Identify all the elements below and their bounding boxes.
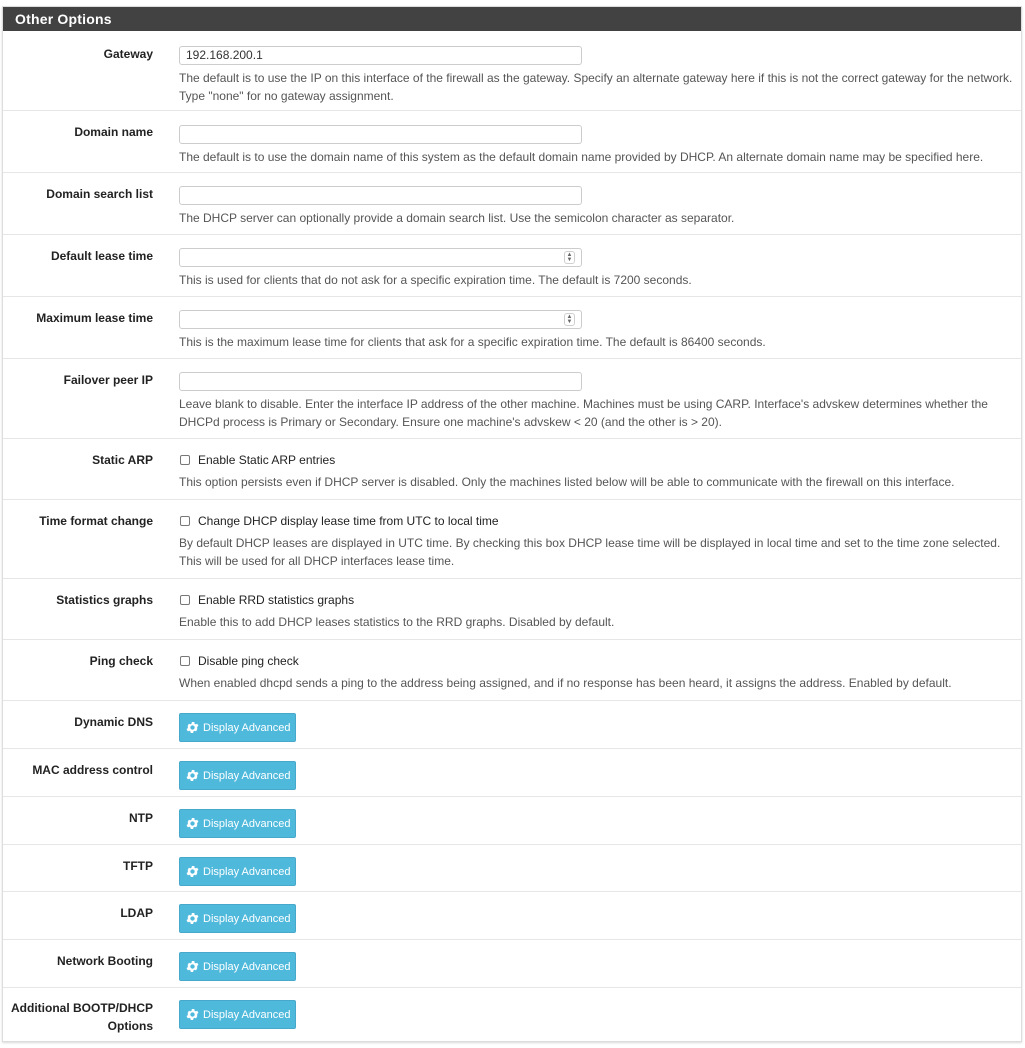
additional-bootp-label: Additional BOOTP/DHCP Options (11, 1001, 153, 1033)
time-format-help: By default DHCP leases are displayed in … (179, 536, 1001, 568)
gear-icon (186, 913, 199, 924)
ping-check-row: Ping check Disable ping check When enabl… (3, 640, 1021, 701)
default-lease-help: This is used for clients that do not ask… (179, 273, 692, 287)
domain-name-label: Domain name (74, 125, 153, 139)
time-format-row: Time format change Change DHCP display l… (3, 500, 1021, 579)
stats-graphs-row: Statistics graphs Enable RRD statistics … (3, 579, 1021, 640)
other-options-panel: Other Options Gateway 192.168.200.1 The … (2, 6, 1022, 1042)
display-advanced-label: Display Advanced (203, 960, 291, 973)
dynamic-dns-row: Dynamic DNS Display Advanced (3, 701, 1021, 749)
ldap-label: LDAP (120, 906, 153, 920)
ping-check-help: When enabled dhcpd sends a ping to the a… (179, 676, 952, 690)
static-arp-label: Static ARP (92, 453, 153, 467)
failover-row: Failover peer IP Leave blank to disable.… (3, 359, 1021, 439)
time-format-checkbox[interactable] (180, 516, 190, 526)
tftp-row: TFTP Display Advanced (3, 845, 1021, 892)
display-advanced-label: Display Advanced (203, 912, 291, 925)
time-format-option[interactable]: Change DHCP display lease time from UTC … (179, 512, 1017, 530)
additional-bootp-display-advanced-button[interactable]: Display Advanced (179, 1000, 297, 1029)
domain-search-label: Domain search list (46, 187, 153, 201)
ntp-row: NTP Display Advanced (3, 797, 1021, 845)
static-arp-row: Static ARP Enable Static ARP entries Thi… (3, 439, 1021, 500)
stats-graphs-checkbox[interactable] (180, 595, 190, 605)
max-lease-row: Maximum lease time ▲ ▼ This is the maximu… (3, 297, 1021, 359)
ldap-display-advanced-button[interactable]: Display Advanced (179, 904, 297, 933)
network-booting-row: Network Booting Display Advanced (3, 940, 1021, 988)
mac-address-control-row: MAC address control Display Advanced (3, 749, 1021, 797)
gear-icon (186, 818, 199, 829)
stats-graphs-option[interactable]: Enable RRD statistics graphs (179, 591, 1017, 609)
tftp-display-advanced-button[interactable]: Display Advanced (179, 857, 297, 886)
additional-bootp-row: Additional BOOTP/DHCP Options Display Ad… (3, 988, 1021, 1041)
stats-graphs-help: Enable this to add DHCP leases statistic… (179, 615, 615, 629)
dynamic-dns-display-advanced-button[interactable]: Display Advanced (179, 713, 297, 742)
domain-name-help: The default is to use the domain name of… (179, 150, 984, 164)
failover-label: Failover peer IP (63, 373, 153, 387)
gear-icon (186, 722, 199, 733)
domain-name-row: Domain name The default is to use the do… (3, 111, 1021, 173)
default-lease-input[interactable]: ▲ ▼ (179, 248, 582, 267)
mac-address-control-label: MAC address control (32, 763, 153, 777)
max-lease-help: This is the maximum lease time for clien… (179, 335, 766, 349)
tftp-label: TFTP (123, 859, 153, 873)
gear-icon (186, 1009, 199, 1020)
time-format-label: Time format change (39, 514, 153, 528)
max-lease-label: Maximum lease time (36, 311, 153, 325)
domain-search-input[interactable] (179, 186, 582, 205)
panel-title: Other Options (3, 7, 1021, 31)
display-advanced-label: Display Advanced (203, 1008, 291, 1021)
ntp-label: NTP (129, 811, 153, 825)
display-advanced-label: Display Advanced (203, 817, 291, 830)
gateway-help: The default is to use the IP on this int… (179, 71, 1013, 103)
ntp-display-advanced-button[interactable]: Display Advanced (179, 809, 297, 838)
network-booting-label: Network Booting (57, 954, 153, 968)
stats-graphs-checkbox-label: Enable RRD statistics graphs (198, 593, 355, 607)
failover-input[interactable] (179, 372, 582, 391)
gear-icon (186, 866, 199, 877)
display-advanced-label: Display Advanced (203, 721, 291, 734)
time-format-checkbox-label: Change DHCP display lease time from UTC … (198, 514, 499, 528)
static-arp-help: This option persists even if DHCP server… (179, 475, 955, 489)
static-arp-option[interactable]: Enable Static ARP entries (179, 451, 1017, 469)
gear-icon (186, 961, 199, 972)
gateway-input[interactable]: 192.168.200.1 (179, 46, 582, 65)
max-lease-input[interactable]: ▲ ▼ (179, 310, 582, 329)
ping-check-checkbox[interactable] (180, 656, 190, 666)
dynamic-dns-label: Dynamic DNS (74, 715, 153, 729)
failover-help: Leave blank to disable. Enter the interf… (179, 397, 988, 429)
number-spinner[interactable]: ▲ ▼ (564, 313, 575, 326)
network-booting-display-advanced-button[interactable]: Display Advanced (179, 952, 297, 981)
ping-check-checkbox-label: Disable ping check (198, 654, 299, 668)
number-spinner[interactable]: ▲ ▼ (564, 251, 575, 264)
domain-name-input[interactable] (179, 125, 582, 144)
gateway-label: Gateway (103, 47, 153, 61)
gateway-value: 192.168.200.1 (186, 48, 263, 62)
stats-graphs-label: Statistics graphs (56, 593, 153, 607)
display-advanced-label: Display Advanced (203, 769, 291, 782)
gear-icon (186, 770, 199, 781)
domain-search-row: Domain search list The DHCP server can o… (3, 173, 1021, 235)
ldap-row: LDAP Display Advanced (3, 892, 1021, 940)
ping-check-option[interactable]: Disable ping check (179, 652, 1017, 670)
static-arp-checkbox-label: Enable Static ARP entries (198, 453, 336, 467)
gateway-row: Gateway 192.168.200.1 The default is to … (3, 31, 1021, 111)
display-advanced-label: Display Advanced (203, 865, 291, 878)
mac-address-control-display-advanced-button[interactable]: Display Advanced (179, 761, 297, 790)
domain-search-help: The DHCP server can optionally provide a… (179, 211, 735, 225)
default-lease-label: Default lease time (50, 249, 153, 263)
ping-check-label: Ping check (89, 654, 153, 668)
default-lease-row: Default lease time ▲ ▼ This is used for c… (3, 235, 1021, 297)
static-arp-checkbox[interactable] (180, 455, 190, 465)
